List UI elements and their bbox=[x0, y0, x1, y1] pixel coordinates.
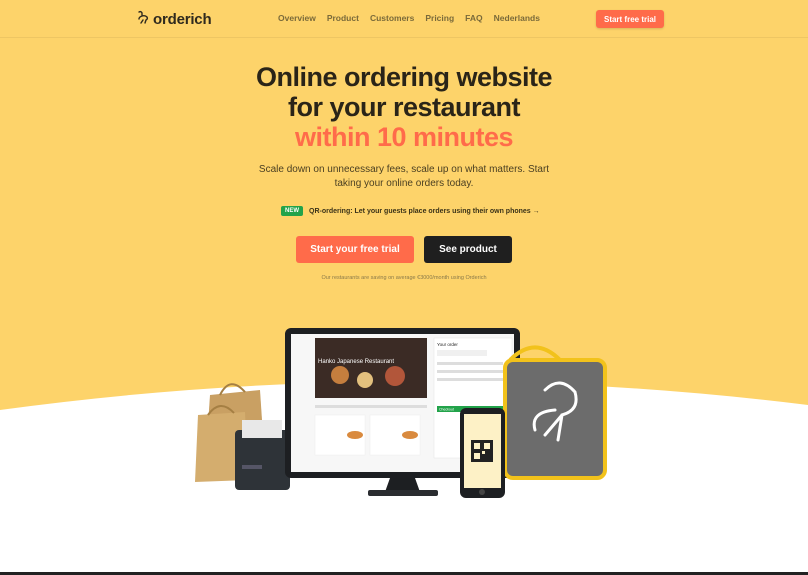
logo[interactable]: orderich bbox=[136, 10, 212, 29]
nav-link-pricing[interactable]: Pricing bbox=[425, 13, 454, 23]
svg-text:Checkout: Checkout bbox=[439, 408, 454, 412]
hero-subtitle: Scale down on unnecessary fees, scale up… bbox=[258, 164, 550, 189]
nav-link-customers[interactable]: Customers bbox=[370, 13, 414, 23]
see-product-button[interactable]: See product bbox=[424, 236, 512, 263]
nav-link-product[interactable]: Product bbox=[327, 13, 359, 23]
navbar: orderich Overview Product Customers Pric… bbox=[0, 0, 808, 38]
delivery-backpack-icon bbox=[503, 345, 607, 480]
nav-link-faq[interactable]: FAQ bbox=[465, 13, 482, 23]
receipt-printer-icon bbox=[235, 420, 290, 490]
start-free-trial-button[interactable]: Start your free trial bbox=[296, 236, 414, 263]
savings-note: Our restaurants are saving on average €3… bbox=[321, 275, 487, 281]
product-illustration: Hanko Japanese Restaurant Your order Che… bbox=[190, 320, 620, 505]
hero-title-highlight: within 10 minutes bbox=[294, 122, 514, 152]
svg-text:Hanko Japanese Restaurant: Hanko Japanese Restaurant bbox=[318, 359, 394, 365]
announcement-text: QR-ordering: Let your guests place order… bbox=[309, 207, 540, 215]
landing-page: orderich Overview Product Customers Pric… bbox=[0, 0, 808, 575]
hero-title-line-2: for your restaurant bbox=[287, 92, 521, 122]
nav-start-trial-button[interactable]: Start free trial bbox=[596, 10, 664, 28]
nav-links: Overview Product Customers Pricing FAQ N… bbox=[278, 13, 540, 23]
hero-title-line-1: Online ordering website bbox=[255, 62, 553, 92]
logo-text: orderich bbox=[153, 11, 212, 28]
announcement-link[interactable]: NEW QR-ordering: Let your guests place o… bbox=[281, 206, 540, 216]
svg-text:Your order: Your order bbox=[437, 342, 458, 347]
ostrich-logo-icon bbox=[136, 10, 150, 29]
new-badge: NEW bbox=[281, 206, 303, 216]
nav-link-language[interactable]: Nederlands bbox=[494, 13, 540, 23]
phone-qr-icon bbox=[460, 408, 505, 498]
nav-link-overview[interactable]: Overview bbox=[278, 13, 316, 23]
